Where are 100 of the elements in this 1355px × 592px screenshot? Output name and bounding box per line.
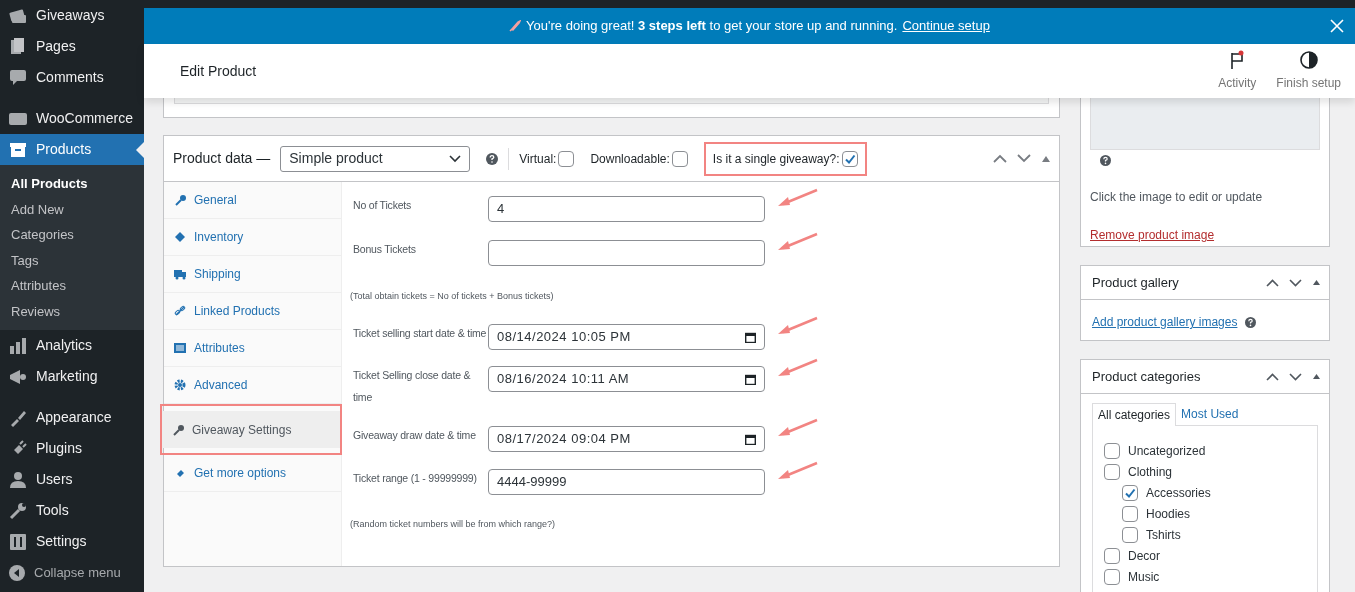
field-label: No of Tickets: [353, 198, 413, 213]
box-title: Product categories: [1092, 367, 1202, 386]
product-data-tab[interactable]: Linked Products: [164, 293, 341, 330]
wrench-icon: [174, 194, 186, 206]
wrench-icon: [8, 500, 28, 521]
field-label: Bonus Tickets: [353, 242, 417, 257]
product-data-tab[interactable]: Advanced: [164, 367, 341, 404]
annotation-arrow: [778, 188, 818, 206]
category-checkbox[interactable]: [1122, 484, 1138, 501]
chevron-up-icon: [993, 154, 1007, 163]
chevron-up-icon: [1266, 278, 1279, 287]
category-label: Uncategorized: [1128, 442, 1206, 460]
option-label: Downloadable:: [590, 150, 670, 168]
page-title: Edit Product: [180, 61, 258, 81]
checkbox[interactable]: [671, 150, 688, 167]
continue-setup-link[interactable]: Continue setup: [902, 16, 990, 36]
menu-item[interactable]: WooCommerce: [0, 103, 144, 134]
field-label: Ticket selling start date & time: [353, 326, 488, 341]
category-checkbox[interactable]: [1104, 547, 1120, 564]
header-action-button[interactable]: Finish setup: [1276, 50, 1341, 92]
menu-item[interactable]: Settings: [0, 526, 144, 557]
collapse-triangle-icon: [1312, 373, 1321, 380]
product-data-tab[interactable]: Shipping: [164, 256, 341, 293]
category-tab[interactable]: All categories: [1092, 403, 1177, 426]
chevron-down-icon: [1289, 278, 1302, 287]
submenu-item[interactable]: Reviews: [0, 298, 144, 324]
category-checkbox[interactable]: [1122, 505, 1138, 522]
category-label: Decor: [1128, 547, 1160, 565]
collapse-menu-button[interactable]: Collapse menu: [0, 557, 144, 588]
menu-item[interactable]: Comments: [0, 62, 144, 93]
menu-item[interactable]: Tools: [0, 495, 144, 526]
input-field[interactable]: 4444-99999: [488, 469, 765, 495]
field-note: (Random ticket numbers will be from which range?): [350, 518, 557, 530]
submenu-item[interactable]: All Products: [0, 171, 144, 197]
field-label: Ticket range (1 - 99999999): [353, 471, 478, 486]
menu-item[interactable]: Users: [0, 464, 144, 495]
category-checkbox[interactable]: [1104, 442, 1120, 459]
option-label: Is it a single giveaway?:: [712, 150, 840, 168]
menu-item[interactable]: Pages: [0, 31, 144, 62]
help-icon: [486, 152, 499, 165]
add-gallery-images-link[interactable]: Add product gallery images: [1092, 313, 1238, 331]
notice-text: You're doing great! 3 steps left to get your store up and running.: [526, 17, 898, 36]
panel-title: Product data —: [173, 149, 271, 168]
checkbox[interactable]: [558, 150, 575, 167]
product-data-tab[interactable]: Get more options: [164, 455, 341, 492]
remove-image-link[interactable]: Remove product image: [1090, 226, 1215, 244]
category-label: Music: [1128, 568, 1160, 586]
submenu-item[interactable]: Add New: [0, 196, 144, 222]
rocket-icon: [509, 20, 522, 32]
menu-item[interactable]: Products: [0, 134, 144, 165]
gear-icon: [174, 379, 186, 391]
datetime-field[interactable]: 08/16/2024 10:11 AM: [488, 366, 765, 392]
menu-item[interactable]: Marketing: [0, 361, 144, 392]
submenu-item[interactable]: Tags: [0, 247, 144, 273]
menu-item[interactable]: Analytics: [0, 330, 144, 361]
wrench-icon: [172, 423, 184, 436]
speech-bubble-icon: [8, 67, 28, 88]
product-data-tab[interactable]: Attributes: [164, 330, 341, 367]
category-checkbox[interactable]: [1104, 463, 1120, 480]
input-field[interactable]: 4: [488, 196, 765, 222]
menu-item[interactable]: Giveaways: [0, 0, 144, 31]
input-field[interactable]: [488, 240, 765, 266]
sliders-icon: [8, 531, 28, 552]
truck-icon: [174, 268, 186, 280]
category-tab[interactable]: Most Used: [1176, 402, 1244, 425]
menu-item[interactable]: Plugins: [0, 433, 144, 464]
calendar-icon: [745, 373, 756, 385]
calendar-icon: [745, 433, 756, 445]
chevron-down-icon: [1017, 154, 1031, 163]
chevron-up-icon: [1266, 372, 1279, 381]
caret-icon: [449, 154, 462, 163]
checkbox[interactable]: [841, 150, 858, 167]
box-title: Product gallery: [1092, 273, 1180, 292]
bar-chart-icon: [8, 335, 28, 356]
image-hint: Click the image to edit or update: [1090, 189, 1264, 206]
half-circle-icon: [1298, 50, 1319, 70]
datetime-field[interactable]: 08/14/2024 10:05 PM: [488, 324, 765, 350]
submenu-item[interactable]: Attributes: [0, 273, 144, 299]
list-icon: [174, 342, 186, 354]
datetime-field[interactable]: 08/17/2024 09:04 PM: [488, 426, 765, 452]
product-data-tab[interactable]: Inventory: [164, 219, 341, 256]
header-action-button[interactable]: Activity: [1218, 50, 1257, 92]
category-label: Clothing: [1128, 463, 1173, 481]
calendar-icon: [745, 331, 756, 343]
link-icon: [174, 305, 186, 317]
menu-item[interactable]: Appearance: [0, 402, 144, 433]
product-data-tab[interactable]: General: [164, 182, 341, 219]
close-icon[interactable]: [1330, 19, 1344, 33]
category-checkbox[interactable]: [1122, 526, 1138, 543]
submenu-item[interactable]: Categories: [0, 222, 144, 248]
annotation-arrow: [778, 418, 818, 436]
product-data-tab[interactable]: Giveaway Settings: [162, 411, 340, 448]
annotation-arrow: [778, 461, 818, 479]
help-icon: [1100, 155, 1111, 166]
category-checkbox[interactable]: [1104, 568, 1120, 585]
annotation-arrow: [778, 316, 818, 334]
user-icon: [8, 469, 28, 490]
category-label: Hoodies: [1146, 505, 1191, 523]
category-label: Accessories: [1146, 484, 1211, 502]
product-type-select[interactable]: Simple product: [280, 145, 471, 172]
